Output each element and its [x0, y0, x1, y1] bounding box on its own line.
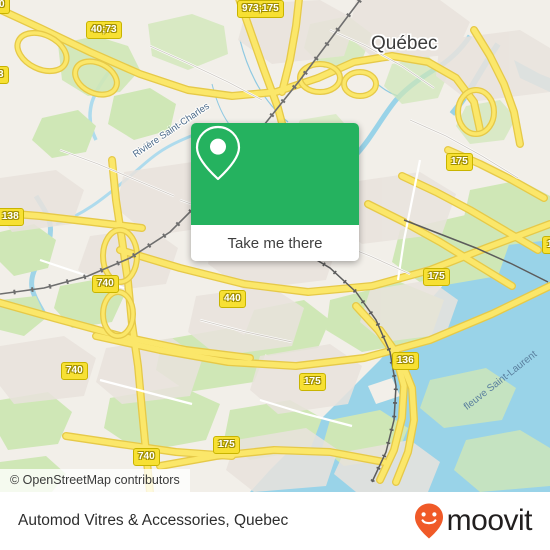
map-pin-icon: [195, 125, 241, 181]
moovit-logo[interactable]: moovit: [413, 502, 533, 540]
road-shield: 175: [299, 373, 326, 391]
moovit-map-screenshot: Québec Rivière Saint-Charles fleuve Sain…: [0, 0, 550, 550]
popup-icon-area: [191, 123, 359, 225]
footer-bar: Automod Vitres & Accessories, Quebec moo…: [0, 492, 550, 550]
road-shield: 175: [213, 436, 240, 454]
road-shield: 3: [0, 66, 9, 84]
road-shield: 740: [133, 448, 160, 466]
place-title: Automod Vitres & Accessories, Quebec: [18, 512, 289, 529]
road-shield: 740: [92, 275, 119, 293]
road-shield: 40;73: [86, 21, 122, 39]
road-shield: 0: [0, 0, 10, 14]
map-attribution: © OpenStreetMap contributors: [0, 469, 190, 492]
map-city-label: Québec: [371, 33, 438, 54]
moovit-wordmark: moovit: [446, 504, 533, 537]
road-shield: 740: [61, 362, 88, 380]
road-shield: 175: [423, 268, 450, 286]
take-me-there-popup[interactable]: Take me there: [191, 123, 359, 261]
road-shield: 973;175: [237, 0, 284, 18]
road-shield: 175: [446, 153, 473, 171]
road-shield: 440: [219, 290, 246, 308]
popup-action-area[interactable]: Take me there: [191, 225, 359, 261]
road-shield: 138: [0, 208, 24, 226]
take-me-there-label: Take me there: [227, 234, 323, 252]
road-shield: 136: [392, 352, 419, 370]
map-canvas[interactable]: Québec Rivière Saint-Charles fleuve Sain…: [0, 0, 550, 492]
moovit-smiley-pin-icon: [414, 503, 443, 539]
road-shield: 1: [542, 236, 550, 254]
